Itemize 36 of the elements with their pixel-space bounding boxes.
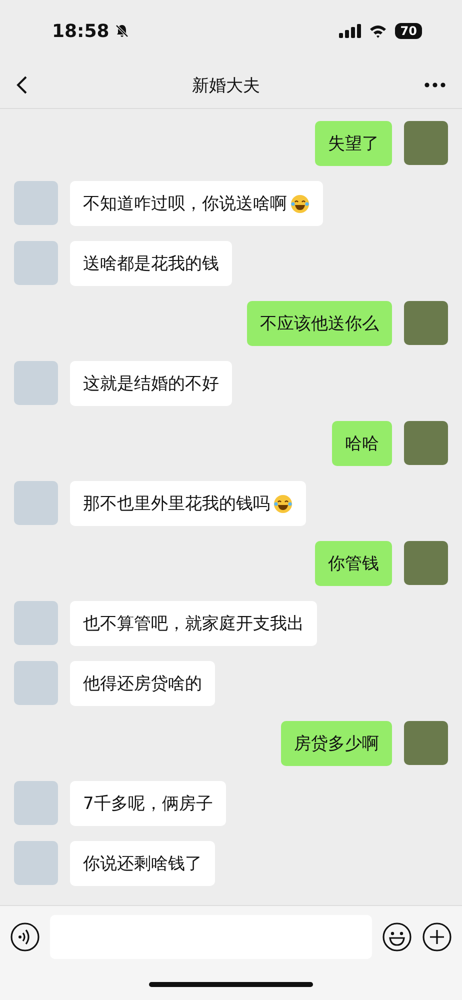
message-bubble: 你管钱: [315, 541, 392, 586]
avatar-placeholder[interactable]: [14, 481, 58, 525]
avatar-placeholder[interactable]: [14, 601, 58, 645]
message-bubble: 他得还房贷啥的: [70, 661, 215, 706]
avatar-placeholder[interactable]: [14, 361, 58, 405]
avatar-placeholder[interactable]: [14, 781, 58, 825]
voice-icon[interactable]: [10, 922, 40, 952]
more-icon[interactable]: [424, 82, 446, 88]
message-bubble: 不应该他送你么: [247, 301, 392, 346]
avatar-placeholder[interactable]: [404, 721, 448, 765]
message-bubble: 失望了: [315, 121, 392, 166]
message-bubble: 7千多呢，俩房子: [70, 781, 226, 826]
back-icon[interactable]: [16, 75, 28, 95]
avatar-placeholder[interactable]: [14, 181, 58, 225]
avatar-placeholder[interactable]: [14, 841, 58, 885]
chat-title: 新婚大夫: [192, 74, 260, 96]
message-bubble: 送啥都是花我的钱: [70, 241, 232, 286]
avatar-placeholder[interactable]: [14, 241, 58, 285]
message-bubble: 你说还剩啥钱了: [70, 841, 215, 886]
plus-icon[interactable]: [422, 922, 452, 952]
battery-level: 70: [395, 23, 422, 39]
message-bubble: 这就是结婚的不好: [70, 361, 232, 406]
message-bubble: 也不算管吧，就家庭开支我出: [70, 601, 317, 646]
message-bubble: 那不也里外里花我的钱吗: [70, 481, 306, 526]
wifi-icon: [369, 24, 388, 38]
avatar-placeholder[interactable]: [404, 121, 448, 165]
avatar-placeholder[interactable]: [404, 421, 448, 465]
message-bubble: 哈哈: [332, 421, 392, 466]
smiley-icon[interactable]: [382, 922, 412, 952]
message-bubble: 不知道咋过呗，你说送啥啊: [70, 181, 323, 226]
avatar-placeholder[interactable]: [14, 661, 58, 705]
message-bubble: 房贷多少啊: [281, 721, 392, 766]
avatar-placeholder[interactable]: [404, 301, 448, 345]
signal-icon: [339, 24, 362, 38]
status-time: 18:58: [52, 20, 110, 42]
avatar-placeholder[interactable]: [404, 541, 448, 585]
